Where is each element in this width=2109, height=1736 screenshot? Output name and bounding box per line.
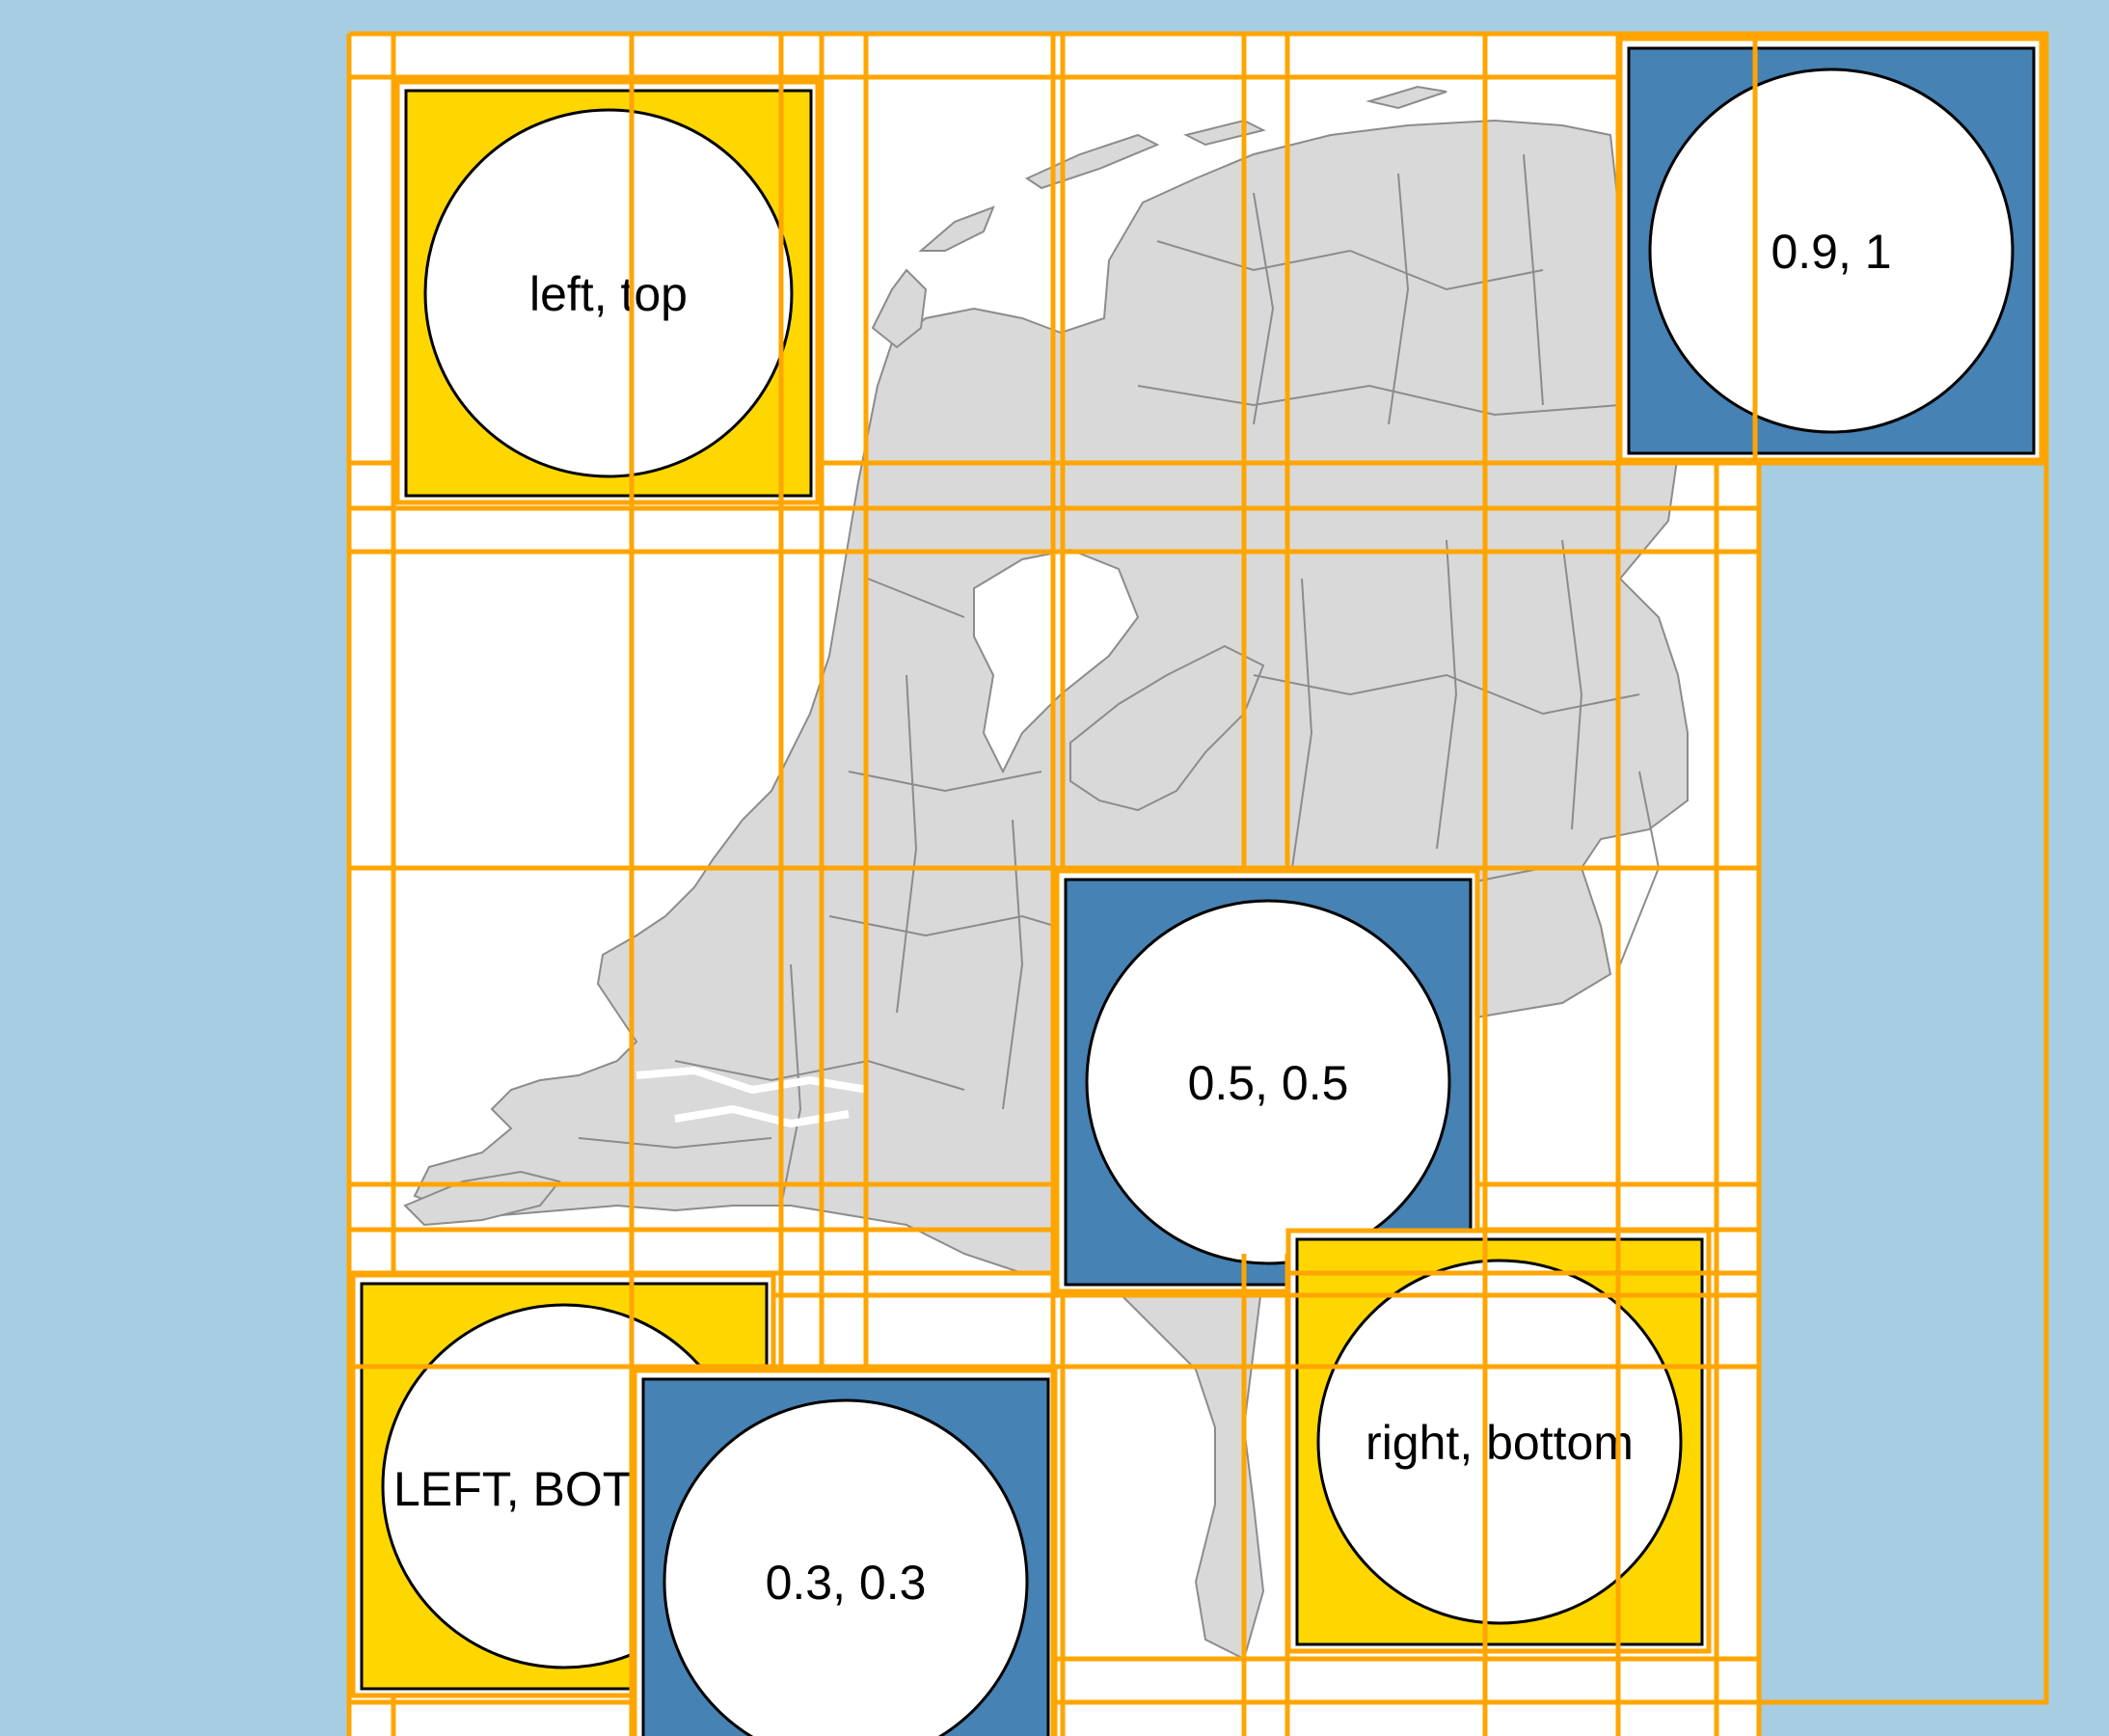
inset-point-three: 0.3, 0.3	[632, 1368, 1058, 1736]
inset-left-bottom-label: LEFT, BOT	[393, 1462, 632, 1516]
inset-center-label: 0.5, 0.5	[1188, 1056, 1349, 1110]
inset-top-right-label: 0.9, 1	[1771, 225, 1891, 279]
inset-left-top: left, top	[394, 79, 821, 505]
inset-right-bottom-label: right, bottom	[1365, 1416, 1634, 1470]
map-canvas: left, top 0.9, 1 0.5, 0.5 LEFT, BOT 0.3,…	[0, 0, 2109, 1736]
inset-top-right: 0.9, 1	[1617, 36, 2044, 463]
inset-left-top-label: left, top	[529, 267, 688, 321]
inset-point-three-label: 0.3, 0.3	[766, 1556, 927, 1610]
